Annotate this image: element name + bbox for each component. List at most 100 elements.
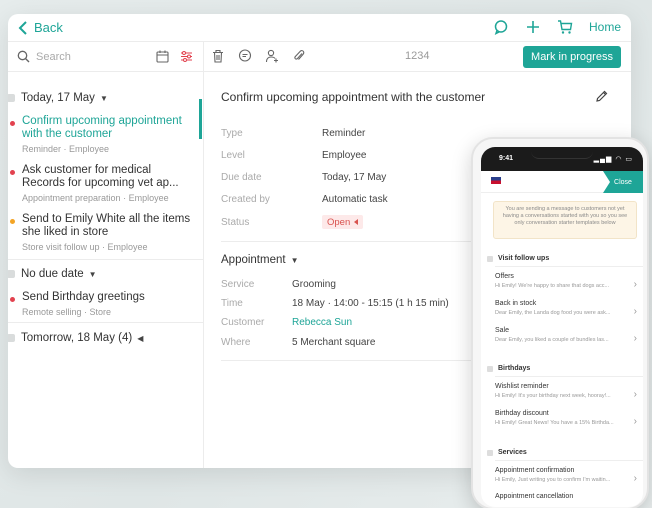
field-label: Service <box>221 279 255 290</box>
search-input[interactable]: Search <box>17 50 71 63</box>
chevron-right-icon: › <box>633 333 637 344</box>
section-title: Birthdays <box>498 365 531 372</box>
chevron-right-icon: › <box>633 279 637 290</box>
close-button[interactable]: Close <box>603 171 643 193</box>
group-marker <box>8 94 15 102</box>
ticket-id: 1234 <box>405 50 430 62</box>
caret-left-icon <box>354 219 359 225</box>
chat-icon[interactable] <box>493 19 509 35</box>
task-tools <box>211 49 306 63</box>
group-today-label: Today, 17 May <box>21 92 95 104</box>
search-icon <box>17 50 30 63</box>
group-no-due-label: No due date <box>21 268 84 280</box>
task-meta: Appointment preparation · Employee <box>22 193 169 203</box>
priority-dot <box>10 170 15 175</box>
field-label: Time <box>221 298 243 309</box>
template-preview: Hi Emily! Great News! You have a 15% Bir… <box>495 420 614 426</box>
appointment-section-header[interactable]: Appointment ▼ <box>221 254 299 266</box>
section-title: Visit follow ups <box>498 255 550 262</box>
assign-user-icon[interactable] <box>265 49 279 63</box>
group-today[interactable]: Today, 17 May ▼ <box>8 92 108 104</box>
group-marker <box>8 270 15 278</box>
top-bar: Back Home <box>8 14 631 42</box>
chevron-right-icon: › <box>633 306 637 317</box>
task-meta: Reminder · Employee <box>22 144 110 154</box>
template-title: Birthday discount <box>495 410 549 417</box>
template-item-birthday-discount[interactable]: Birthday discount Hi Emily! Great News! … <box>495 410 639 427</box>
toolbar: Search 1234 Mark in progress <box>8 42 631 72</box>
group-tomorrow-label: Tomorrow, 18 May (4) <box>21 332 133 344</box>
chevron-right-icon: › <box>633 416 637 427</box>
field-label: Type <box>221 128 243 139</box>
appointment-header-label: Appointment <box>221 254 286 266</box>
status-badge[interactable]: Open <box>322 215 364 229</box>
divider <box>495 376 643 377</box>
templates-notice: You are sending a message to customers n… <box>493 201 637 239</box>
divider <box>8 259 203 260</box>
divider <box>495 460 643 461</box>
phone-mockup: 9:41 ▂▄▆ ◠ ▭ Close You are sending a mes… <box>471 137 649 508</box>
task-item-birthday-greetings[interactable]: Send Birthday greetings Remote selling ·… <box>8 291 203 321</box>
template-preview: Dear Emily, the Landa dog food you were … <box>495 310 611 316</box>
task-item-medical-records[interactable]: Ask customer for medical Records for upc… <box>8 164 203 208</box>
priority-dot <box>10 297 15 302</box>
group-no-due-date[interactable]: No due date ▼ <box>8 268 97 280</box>
field-value: Reminder <box>322 128 366 139</box>
cart-icon[interactable] <box>557 19 573 35</box>
phone-status-bar: 9:41 ▂▄▆ ◠ ▭ <box>481 147 643 171</box>
template-item-back-in-stock[interactable]: Back in stock Dear Emily, the Landa dog … <box>495 300 639 317</box>
signal-icon: ▂▄▆ ◠ ▭ <box>593 156 633 163</box>
chevron-left-icon <box>18 20 27 35</box>
template-item-wishlist-reminder[interactable]: Wishlist reminder Hi Emily! It's your bi… <box>495 383 639 400</box>
field-label: Created by <box>221 194 270 205</box>
priority-dot <box>10 219 15 224</box>
field-value: 5 Merchant square <box>292 337 376 348</box>
template-preview: Hi Emily, Just writing you to confirm I'… <box>495 477 611 483</box>
filter-icon[interactable] <box>180 50 193 63</box>
field-label: Customer <box>221 317 265 328</box>
task-item-confirm-appointment[interactable]: Confirm upcoming appointment with the cu… <box>8 115 203 155</box>
chevron-right-icon: › <box>633 389 637 400</box>
template-preview: Hi Emily! We're happy to share that dogs… <box>495 283 610 289</box>
task-list: Today, 17 May ▼ Confirm upcoming appoint… <box>8 72 203 468</box>
plus-icon[interactable] <box>525 19 541 35</box>
trash-icon[interactable] <box>211 49 225 63</box>
field-label: Status <box>221 217 250 228</box>
template-title: Offers <box>495 273 514 280</box>
group-marker <box>8 334 15 342</box>
template-item-offers[interactable]: Offers Hi Emily! We're happy to share th… <box>495 273 639 290</box>
top-actions: Home <box>493 19 621 35</box>
comment-icon[interactable] <box>238 49 252 63</box>
attachment-icon[interactable] <box>292 49 306 63</box>
template-item-sale[interactable]: Sale Dear Emily, you liked a couple of b… <box>495 327 639 344</box>
caret-down-icon: ▼ <box>290 255 299 265</box>
caret-left-icon: ◀ <box>137 333 144 343</box>
back-button[interactable]: Back <box>18 20 63 35</box>
template-item-appointment-cancellation[interactable]: Appointment cancellation <box>495 493 639 500</box>
customer-link[interactable]: Rebecca Sun <box>292 317 352 328</box>
template-title: Back in stock <box>495 300 537 307</box>
pencil-icon[interactable] <box>595 89 609 103</box>
task-title: Confirm upcoming appointment with the cu… <box>22 115 182 140</box>
section-title: Services <box>498 449 527 456</box>
task-meta: Store visit follow up · Employee <box>22 242 148 252</box>
home-link[interactable]: Home <box>589 20 621 34</box>
back-label: Back <box>34 20 63 35</box>
section-birthdays: Birthdays <box>487 365 530 372</box>
field-value: Today, 17 May <box>322 172 387 183</box>
field-label: Where <box>221 337 251 348</box>
group-tomorrow[interactable]: Tomorrow, 18 May (4) ◀ <box>8 332 143 344</box>
calendar-icon[interactable] <box>156 50 169 63</box>
phone-screen: 9:41 ▂▄▆ ◠ ▭ Close You are sending a mes… <box>481 147 643 507</box>
section-marker <box>487 365 493 372</box>
template-item-appointment-confirmation[interactable]: Appointment confirmation Hi Emily, Just … <box>495 467 639 484</box>
task-item-send-items[interactable]: Send to Emily White all the items she li… <box>8 213 203 257</box>
phone-header: Close <box>481 171 643 193</box>
mark-in-progress-button[interactable]: Mark in progress <box>523 46 621 68</box>
template-title: Sale <box>495 327 510 334</box>
template-title: Appointment confirmation <box>495 467 575 474</box>
status-label: Open <box>327 216 351 228</box>
priority-dot <box>10 121 15 126</box>
task-title: Send Birthday greetings <box>22 291 145 303</box>
flag-icon[interactable] <box>491 177 501 184</box>
